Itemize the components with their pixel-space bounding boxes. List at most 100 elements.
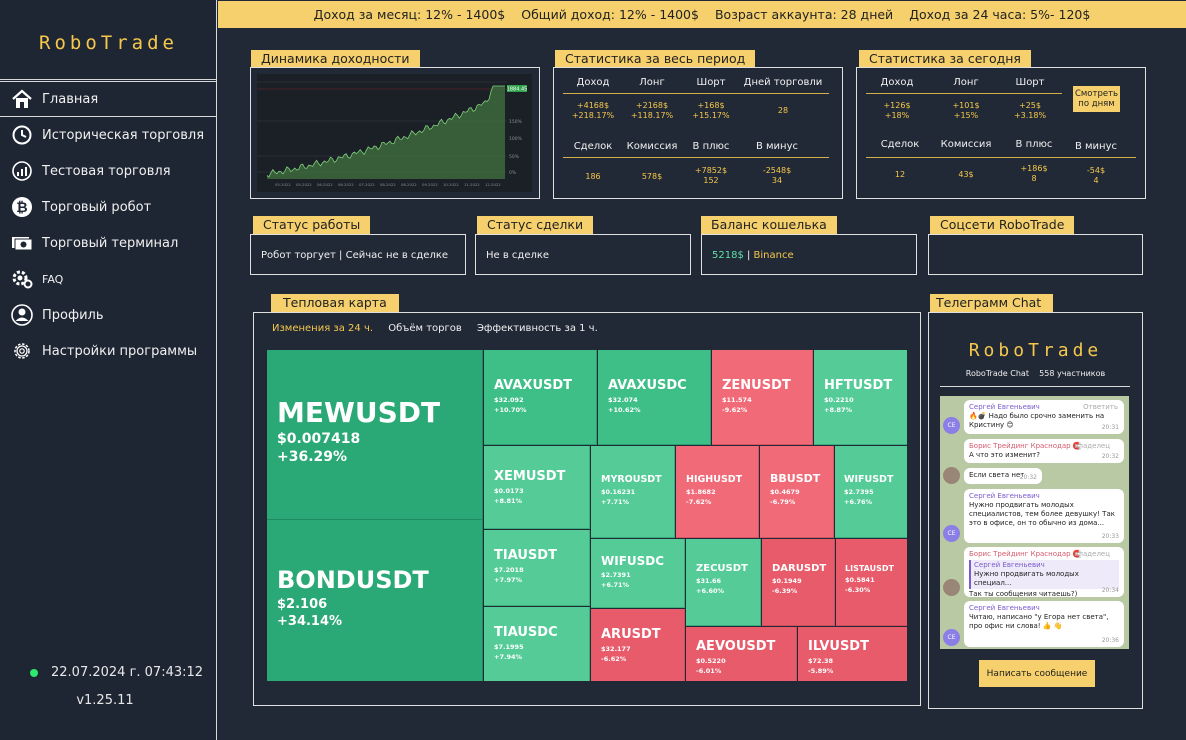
stats-all-header: Шорт xyxy=(696,77,726,88)
stats-today-value: 12 xyxy=(894,170,906,179)
chat-message: Если света нет 20:32 xyxy=(964,468,1042,484)
stats-today-header: Лонг xyxy=(953,77,979,88)
heatmap-tabs: Изменения за 24 ч. Объём торгов Эффектив… xyxy=(272,323,610,334)
sidebar-item-label: Торговый терминал xyxy=(42,235,179,251)
y-tick: 50% xyxy=(509,154,520,160)
heatmap-cell[interactable]: XEMUSDT $0.0173 +8.81% xyxy=(484,446,590,529)
chat-message: Борис Трейдинг Краснодар 🧲 владелец Серг… xyxy=(964,547,1124,598)
x-tick: 05.2022 xyxy=(275,182,291,187)
heatmap-title: Тепловая карта xyxy=(271,294,399,312)
avatar: СЕ xyxy=(943,417,960,434)
stats-today-header: В минус xyxy=(1074,141,1118,152)
x-tick: 12.2022 xyxy=(485,182,501,187)
stats-all-header: Комиссия xyxy=(626,141,678,152)
heatmap-cell[interactable]: AVAXUSDT $32.092 +10.70% xyxy=(484,350,597,445)
social-title: Соцсети RoboTrade xyxy=(930,216,1075,234)
stats-all-value: 186 xyxy=(585,172,601,181)
write-message-button[interactable]: Написать сообщение xyxy=(979,660,1095,687)
stats-all-header: В плюс xyxy=(692,141,730,152)
chat-members: 558 участников xyxy=(1039,369,1106,378)
sidebar-item-label: Историческая торговля xyxy=(42,127,205,143)
heatmap-cell[interactable]: ARUSDT $32.177 -6.62% xyxy=(591,609,685,681)
heatmap-cell[interactable]: TIAUSDT $7.2018 +7.97% xyxy=(484,530,590,606)
stats-all-header: Доход xyxy=(576,77,610,88)
heatmap-cell[interactable]: HIGHUSDT $1.8682 -7.62% xyxy=(676,446,759,538)
terminal-icon xyxy=(11,232,33,254)
total-income: Общий доход: 12% - 1400$ xyxy=(521,7,699,22)
heatmap-cell[interactable]: WIFUSDC $2.7391 +6.71% xyxy=(591,539,685,608)
stats-all-value: +4168$ +218.17% xyxy=(571,101,615,120)
telegram-title: Телеграмм Chat xyxy=(930,294,1054,312)
heatmap-tab-volume[interactable]: Объём торгов xyxy=(388,323,462,334)
work-status-text: Робот торгует | Сейчас не в сделке xyxy=(261,250,449,261)
sidebar-item-history[interactable]: Историческая торговля xyxy=(0,117,217,153)
heatmap-cell[interactable]: TIAUSDC $7.1995 +7.94% xyxy=(484,607,590,681)
sidebar: RoboTrade Главная Историческая торговля … xyxy=(0,0,217,740)
heatmap-cell[interactable]: ILVUSDT $72.38 -5.89% xyxy=(798,627,907,681)
stats-today-header: Шорт xyxy=(1015,77,1045,88)
y-tick: 150% xyxy=(509,119,523,125)
avatar: СЕ xyxy=(943,629,960,646)
heatmap-cell[interactable]: ZENUSDT $11.574 -9.62% xyxy=(712,350,813,445)
social-panel xyxy=(928,234,1143,275)
heatmap-cell[interactable]: AVAXUSDC $32.074 +10.62% xyxy=(598,350,711,445)
sidebar-item-profile[interactable]: Профиль xyxy=(0,297,217,333)
stats-all-header: Дней торговли xyxy=(743,77,823,88)
sidebar-item-home[interactable]: Главная xyxy=(0,81,217,117)
deal-status-title: Статус сделки xyxy=(477,216,594,234)
wallet-title: Баланс кошелька xyxy=(701,216,837,234)
heatmap-cell[interactable]: ZECUSDT $31.66 +6.60% xyxy=(686,539,761,626)
stats-all-header: В минус xyxy=(755,141,799,152)
chat-message: Сергей Евгеньевич Нужно продвигать молод… xyxy=(964,489,1124,543)
heatmap-cell[interactable]: DARUSDT $0.1949 -6.39% xyxy=(762,539,835,626)
sidebar-item-label: Главная xyxy=(42,91,99,107)
chat-message: Борис Трейдинг Краснодар 🧲 владелец А чт… xyxy=(964,439,1124,463)
deal-status-text: Не в сделке xyxy=(486,250,550,261)
avatar xyxy=(943,467,960,484)
stats-all-value: +7852$ 152 xyxy=(694,166,728,185)
view-by-days-button[interactable]: Смотреть по дням xyxy=(1073,86,1120,112)
stats-today-value: +186$ 8 xyxy=(1020,164,1048,183)
sidebar-item-test[interactable]: Тестовая торговля xyxy=(0,153,217,189)
avatar xyxy=(943,579,960,596)
sidebar-item-label: FAQ xyxy=(42,272,64,286)
account-age: Возраст аккаунта: 28 дней xyxy=(714,7,894,22)
heatmap-tab-efficiency[interactable]: Эффективность за 1 ч. xyxy=(477,323,598,334)
heatmap-cell[interactable]: LISTAUSDT $0.5841 -6.30% xyxy=(836,539,907,626)
sidebar-item-faq[interactable]: FAQ xyxy=(0,261,217,297)
wallet-balance: 5218$ | Binance xyxy=(712,250,794,261)
sidebar-item-label: Профиль xyxy=(42,307,104,323)
heatmap-cell[interactable]: HFTUSDT $0.2210 +8.87% xyxy=(814,350,907,445)
heatmap-cell[interactable]: MEWUSDT $0.007418 +36.29% xyxy=(267,350,483,520)
heatmap-cell[interactable]: AEVOUSDT $0.5220 -6.01% xyxy=(686,627,797,681)
telegram-chat-window[interactable]: Сергей Евгеньевич Ответить 🔥💣 Надо было … xyxy=(940,396,1129,649)
sidebar-item-settings[interactable]: Настройки программы xyxy=(0,333,217,369)
stats-all-header: Сделок xyxy=(573,141,613,152)
app-logo: RoboTrade xyxy=(39,32,178,54)
stats-today-header: Доход xyxy=(880,77,914,88)
profile-icon xyxy=(11,304,33,326)
x-tick: 08.2022 xyxy=(401,182,417,187)
chat-message: Сергей Евгеньевич Ответить 🔥💣 Надо было … xyxy=(964,400,1124,434)
stats-today-value: +25$ +3.18% xyxy=(1013,101,1047,120)
stats-all-value: +168$ +15.17% xyxy=(692,101,730,120)
stats-all-value: +2168$ +118.17% xyxy=(630,101,674,120)
history-icon xyxy=(11,124,33,146)
heatmap-cell[interactable]: BBUSDT $0.4679 -6.79% xyxy=(760,446,834,538)
stats-all-value: 578$ xyxy=(641,172,663,181)
x-tick: 11.2022 xyxy=(464,182,480,187)
stats-today-value: 43$ xyxy=(958,170,974,179)
heatmap-cell[interactable]: MYROUSDT $0.16231 +7.71% xyxy=(591,446,675,538)
x-tick: 05.2022 xyxy=(296,182,312,187)
stats-today-value: +126$ +18% xyxy=(883,101,911,120)
x-tick: 06.2022 xyxy=(338,182,354,187)
heatmap-cell[interactable]: BONDUSDT $2.106 +34.14% xyxy=(267,520,483,681)
stats-today-title: Статистика за сегодня xyxy=(859,50,1031,68)
app-version: v1.25.11 xyxy=(76,693,134,708)
heatmap-cell[interactable]: WIFUSDT $2.7395 +6.76% xyxy=(835,446,907,538)
heatmap-tab-change[interactable]: Изменения за 24 ч. xyxy=(272,323,373,334)
sidebar-item-terminal[interactable]: Торговый терминал xyxy=(0,225,217,261)
profit-chart: 1884.45 150% 100% 50% 0% 05.2022 05.2022 0… xyxy=(257,74,532,192)
sidebar-item-robot[interactable]: ₿ Торговый робот xyxy=(0,189,217,225)
stats-today-header: Сделок xyxy=(880,139,920,150)
